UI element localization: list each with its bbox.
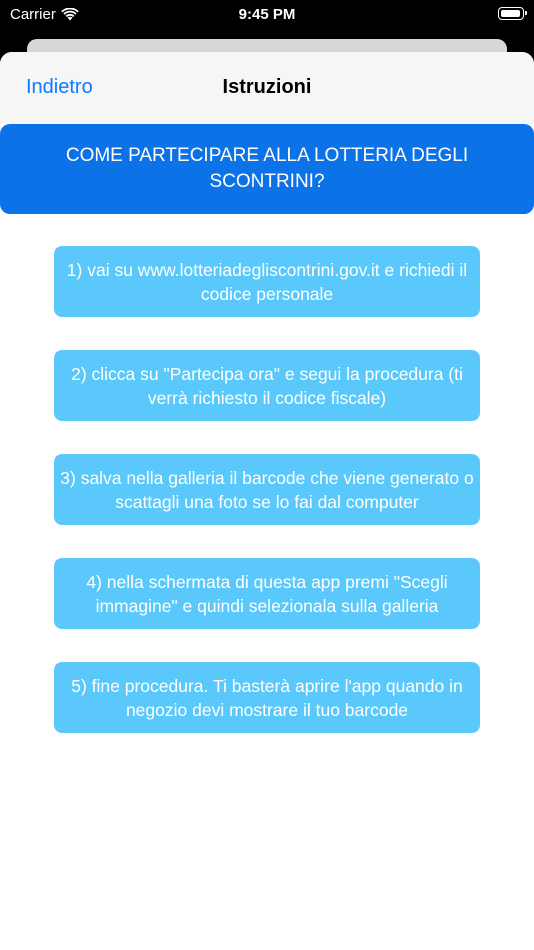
status-time: 9:45 PM [238,6,296,23]
banner-text: COME PARTECIPARE ALLA LOTTERIA DEGLI SCO… [65,145,469,192]
status-bar: Carrier 9:45 PM [0,0,534,32]
page-title: Istruzioni [222,76,312,98]
navigation-bar: Indietro Istruzioni [0,52,534,124]
header-banner: COME PARTECIPARE ALLA LOTTERIA DEGLI SCO… [0,124,534,214]
step-button-1[interactable]: 1) vai su www.lotteriadegliscontrini.gov… [54,246,480,317]
step-button-4[interactable]: 4) nella schermata di questa app premi "… [54,558,480,629]
step-button-2[interactable]: 2) clicca su "Partecipa ora" e segui la … [54,350,480,421]
battery-icon [498,7,527,20]
step-button-5[interactable]: 5) fine procedura. Ti basterà aprire l'a… [54,662,480,733]
step-button-3[interactable]: 3) salva nella galleria il barcode che v… [54,454,480,525]
modal-sheet: Indietro Istruzioni COME PARTECIPARE ALL… [0,52,534,950]
